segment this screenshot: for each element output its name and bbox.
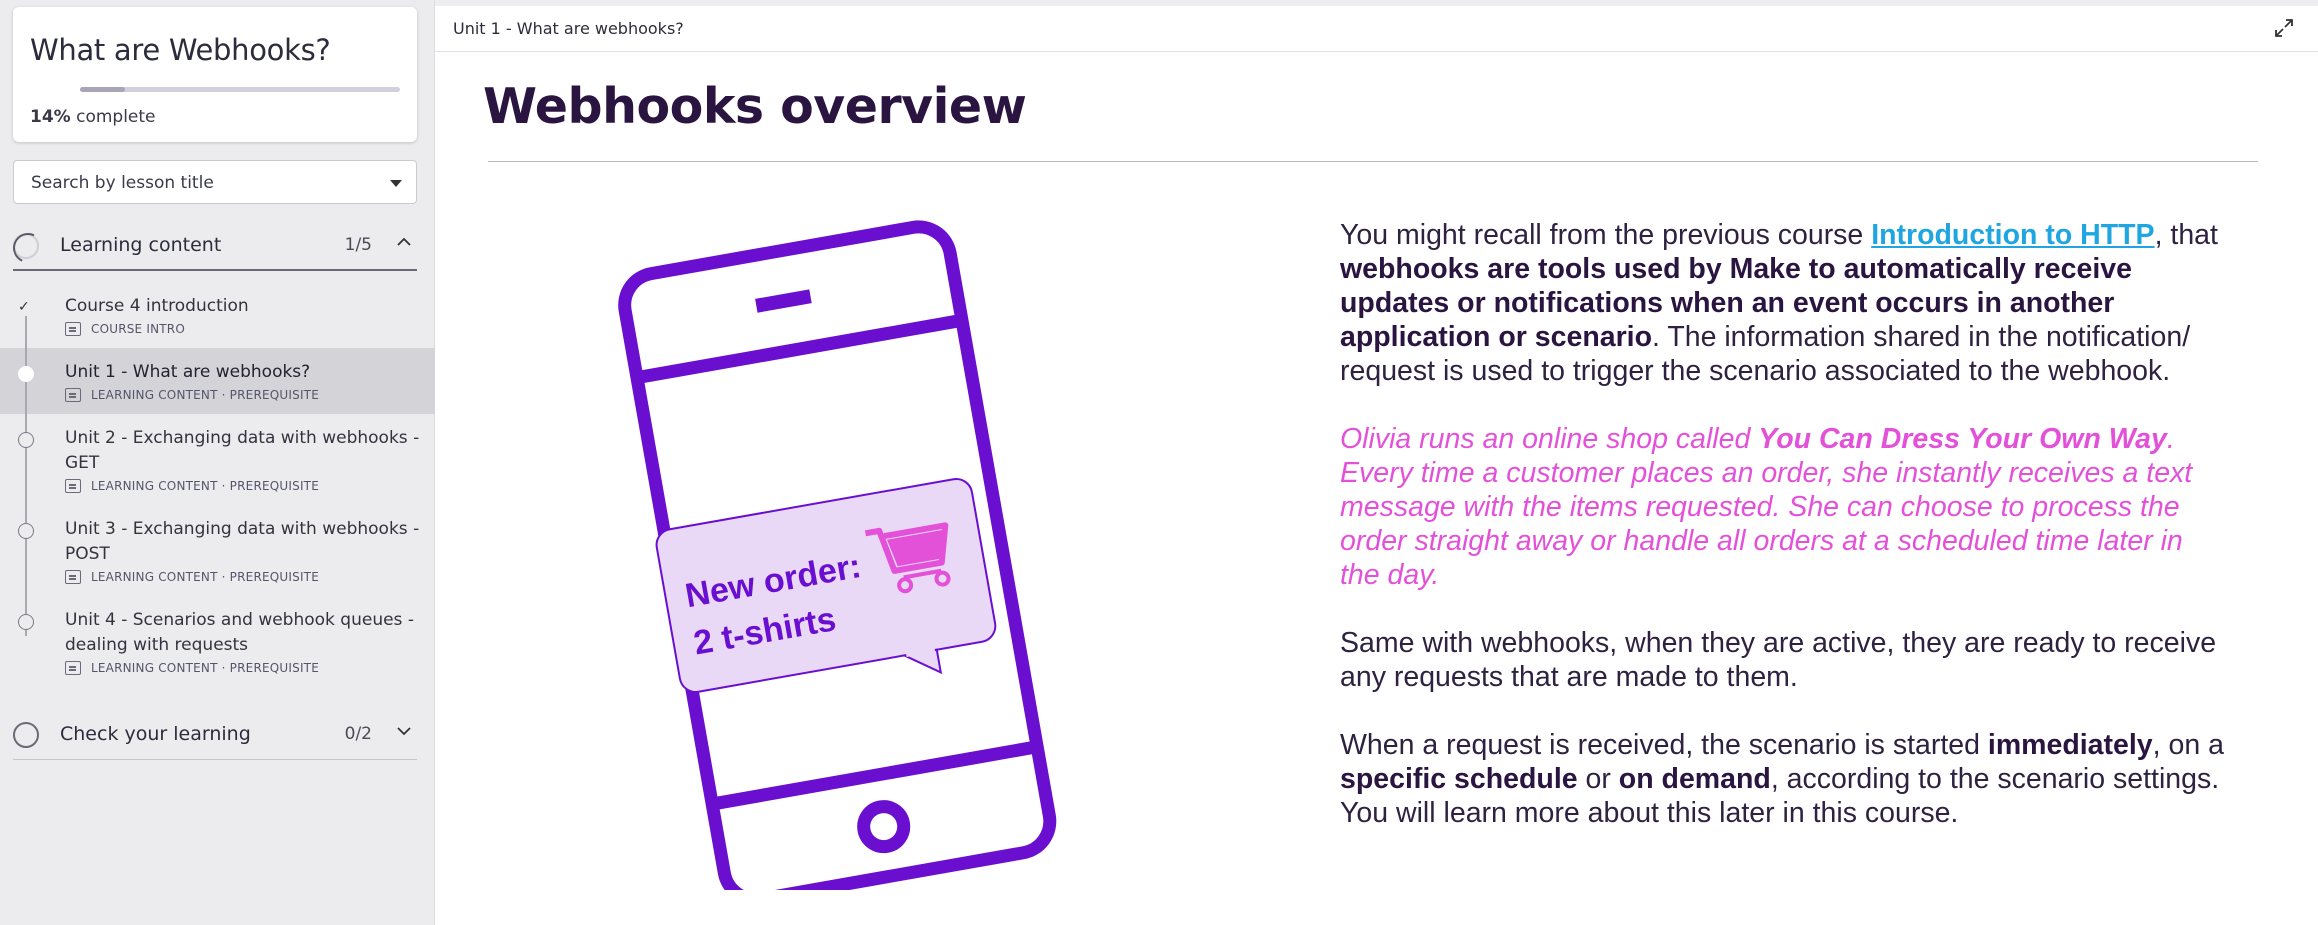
chevron-up-icon[interactable] xyxy=(397,237,411,249)
bold-text: You Can Dress Your Own Way xyxy=(1758,423,2167,455)
lesson-title: Unit 4 - Scenarios and webhook queues - … xyxy=(65,610,414,655)
phone-notification-illustration: New order: 2 t-shirts xyxy=(600,210,1100,906)
progress-ring-icon xyxy=(13,233,39,259)
slides-icon xyxy=(65,661,81,675)
bold-text: specific schedule xyxy=(1340,763,1578,795)
document-icon xyxy=(65,322,81,336)
lesson-meta-text: LEARNING CONTENT · PREREQUISITE xyxy=(91,570,319,584)
text: When a request is received, the scenario… xyxy=(1340,729,1988,761)
lesson-status-dot xyxy=(18,614,34,630)
section-check-your-learning[interactable]: Check your learning 0/2 xyxy=(13,708,417,760)
progress-percent: 14% xyxy=(30,107,71,127)
lesson-list: ✓ Course 4 introduction COURSE INTRO Uni… xyxy=(0,282,435,687)
lesson-connector-line xyxy=(25,316,27,636)
search-placeholder: Search by lesson title xyxy=(31,173,214,193)
lesson-meta-text: LEARNING CONTENT · PREREQUISITE xyxy=(91,388,319,402)
course-title: What are Webhooks? xyxy=(30,33,331,67)
lesson-status-dot xyxy=(18,432,34,448)
section-label: Learning content xyxy=(60,234,222,256)
lesson-meta-text: LEARNING CONTENT · PREREQUISITE xyxy=(91,661,319,675)
section-count: 1/5 xyxy=(344,235,372,255)
lesson-item[interactable]: Unit 2 - Exchanging data with webhooks -… xyxy=(0,414,435,505)
text: Olivia runs an online shop called xyxy=(1340,423,1759,455)
title-divider xyxy=(488,161,2258,162)
lesson-item[interactable]: ✓ Course 4 introduction COURSE INTRO xyxy=(0,282,435,348)
slides-icon xyxy=(65,570,81,584)
lesson-sidebar: What are Webhooks? 14% complete Search b… xyxy=(0,0,435,925)
section-count: 0/2 xyxy=(344,724,372,744)
lesson-title: Unit 3 - Exchanging data with webhooks -… xyxy=(65,519,420,564)
slides-icon xyxy=(65,388,81,402)
lesson-meta: LEARNING CONTENT · PREREQUISITE xyxy=(65,385,425,414)
paragraph-1: You might recall from the previous cours… xyxy=(1340,218,2230,388)
caret-down-icon xyxy=(390,180,402,187)
bold-text: on demand xyxy=(1618,763,1771,795)
progress-suffix: complete xyxy=(76,107,156,127)
text: , on a xyxy=(2152,729,2224,761)
lesson-search-dropdown[interactable]: Search by lesson title xyxy=(13,160,417,204)
text: or xyxy=(1577,763,1619,795)
lesson-meta-text: COURSE INTRO xyxy=(91,322,185,336)
lesson-status-dot xyxy=(18,366,34,382)
chevron-down-icon[interactable] xyxy=(397,726,411,738)
course-card: What are Webhooks? 14% complete xyxy=(13,7,417,142)
progress-text: 14% complete xyxy=(30,107,156,127)
breadcrumb: Unit 1 - What are webhooks? xyxy=(453,19,684,38)
lesson-item[interactable]: Unit 3 - Exchanging data with webhooks -… xyxy=(0,505,435,596)
phone-home-button xyxy=(857,800,911,854)
phone-speaker xyxy=(755,289,812,313)
lesson-title: Course 4 introduction xyxy=(65,296,249,316)
introduction-to-http-link[interactable]: Introduction to HTTP xyxy=(1871,219,2154,251)
expand-fullscreen-icon[interactable] xyxy=(2274,18,2294,38)
lesson-meta: LEARNING CONTENT · PREREQUISITE xyxy=(65,567,425,596)
progress-bar-fill xyxy=(80,87,125,92)
phone-bottom-bar xyxy=(711,740,1039,811)
lesson-meta: LEARNING CONTENT · PREREQUISITE xyxy=(65,476,425,505)
paragraph-3: Same with webhooks, when they are active… xyxy=(1340,627,2217,693)
section-label: Check your learning xyxy=(60,723,251,745)
lesson-item-active[interactable]: Unit 1 - What are webhooks? LEARNING CON… xyxy=(0,348,435,414)
lesson-topbar: Unit 1 - What are webhooks? xyxy=(435,0,2318,52)
lesson-item[interactable]: Unit 4 - Scenarios and webhook queues - … xyxy=(0,596,435,687)
page-title: Webhooks overview xyxy=(483,78,1027,135)
paragraph-4: When a request is received, the scenario… xyxy=(1340,728,2230,830)
lesson-body: You might recall from the previous cours… xyxy=(1340,218,2230,864)
lesson-meta: COURSE INTRO xyxy=(65,319,425,348)
check-icon: ✓ xyxy=(18,299,30,315)
progress-bar xyxy=(80,87,400,92)
text: You might recall from the previous cours… xyxy=(1340,219,1872,251)
lesson-meta: LEARNING CONTENT · PREREQUISITE xyxy=(65,658,425,687)
section-learning-content[interactable]: Learning content 1/5 xyxy=(13,219,417,271)
lesson-title: Unit 2 - Exchanging data with webhooks -… xyxy=(65,428,420,473)
slides-icon xyxy=(65,479,81,493)
phone-top-bar xyxy=(635,313,964,385)
paragraph-2-example: Olivia runs an online shop called You Ca… xyxy=(1340,422,2230,592)
lesson-meta-text: LEARNING CONTENT · PREREQUISITE xyxy=(91,479,319,493)
text: , that xyxy=(2154,219,2218,251)
progress-ring-icon xyxy=(13,722,39,748)
bold-text: immediately xyxy=(1987,729,2153,761)
lesson-status-dot xyxy=(18,523,34,539)
lesson-title: Unit 1 - What are webhooks? xyxy=(65,362,311,382)
